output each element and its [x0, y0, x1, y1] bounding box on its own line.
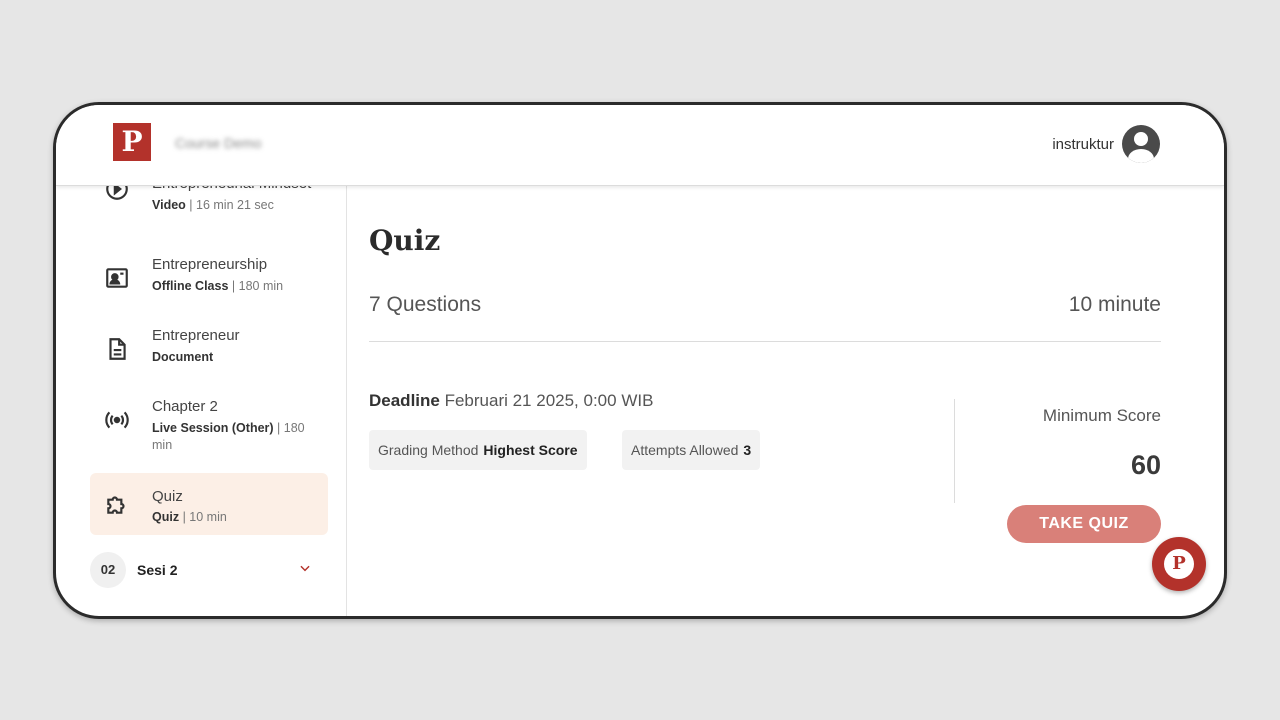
classroom-icon [106, 268, 128, 288]
lesson-meta: Quiz | 10 min [152, 510, 227, 524]
page-title: Quiz [369, 224, 441, 257]
brand-logo[interactable]: P [113, 123, 151, 161]
user-avatar-icon[interactable] [1122, 125, 1160, 163]
app-screen: P Course Demo instruktur Entrepreneurial… [56, 105, 1224, 616]
lesson-meta: Document [152, 350, 214, 364]
divider [369, 341, 1161, 342]
document-icon [109, 338, 126, 360]
lesson-title: Entrepreneur [152, 327, 240, 344]
device-frame: P Course Demo instruktur Entrepreneurial… [53, 102, 1227, 619]
question-count: 7 Questions [369, 293, 482, 316]
quiz-panel: Quiz 7 Questions 10 minute Deadline Febr… [369, 186, 1161, 616]
deadline-text: Deadline Februari 21 2025, 0:00 WIB [369, 391, 654, 410]
username-label[interactable]: instruktur [1052, 136, 1114, 153]
broadcast-icon [105, 411, 129, 429]
session-2-accordion[interactable]: 02 Sesi 2 [90, 551, 328, 589]
lesson-meta: Live Session (Other) | 180 min [152, 421, 305, 452]
brand-badge-icon: P [1164, 549, 1194, 579]
puzzle-icon [107, 496, 125, 514]
attempts-allowed-chip: Attempts Allowed 3 [622, 430, 761, 470]
lesson-meta: Offline Class | 180 min [152, 279, 284, 293]
session-number: 02 [90, 552, 126, 588]
course-sidebar: Entrepreneurial Mindset Video | 16 min 2… [56, 175, 347, 616]
chevron-down-icon[interactable] [298, 561, 312, 575]
session-label: Sesi 2 [137, 562, 178, 578]
minimum-score-label: Minimum Score [1042, 406, 1161, 425]
lesson-item-entrepreneur[interactable]: Entrepreneur Document [90, 323, 328, 373]
lesson-title: Chapter 2 [152, 398, 218, 415]
minimum-score-value: 60 [1130, 450, 1161, 480]
lesson-item-entrepreneurship[interactable]: Entrepreneurship Offline Class | 180 min [90, 252, 328, 302]
chat-help-button[interactable]: P [1152, 537, 1206, 591]
brand-name: Course Demo [175, 135, 262, 151]
vertical-divider [954, 399, 955, 503]
lesson-meta: Video | 16 min 21 sec [152, 198, 274, 212]
take-quiz-button[interactable]: TAKE QUIZ [1007, 505, 1161, 543]
lesson-item-quiz-active[interactable]: Quiz Quiz | 10 min [90, 473, 328, 535]
quiz-duration: 10 minute [1068, 293, 1161, 316]
lesson-title: Entrepreneurship [152, 256, 268, 273]
top-header: P Course Demo instruktur [56, 105, 1224, 186]
lesson-title: Quiz [152, 488, 183, 505]
lesson-item-chapter-2[interactable]: Chapter 2 Live Session (Other) | 180 min [90, 394, 328, 462]
grading-method-chip: Grading Method Highest Score [369, 430, 587, 470]
